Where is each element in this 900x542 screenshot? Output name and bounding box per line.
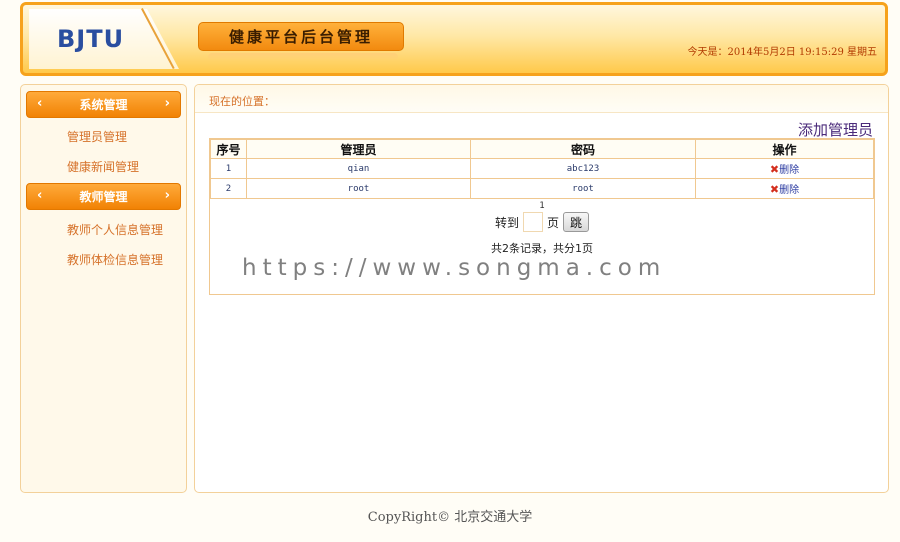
sidebar-item-teacher-info[interactable]: 教师个人信息管理 [67,221,163,238]
menu-header-teacher[interactable]: ‹ 教师管理 › [26,183,181,210]
logo: BJTU [57,25,125,53]
sidebar-item-health-news[interactable]: 健康新闻管理 [67,158,139,175]
cell-admin: qian [246,158,471,179]
record-summary: 共2条记录，共分1页 [491,242,593,255]
go-button[interactable]: 跳 [563,212,590,232]
chevron-right-icon: › [164,188,170,203]
page-input[interactable] [522,212,543,232]
column-header-password: 密码 [470,139,696,159]
table-row: 1 qian abc123 ✖删除 [210,158,874,179]
cell-password: abc123 [470,158,696,179]
pager: 1 转到 页 跳 共2条记录，共分1页 [210,201,874,256]
chevron-left-icon: ‹ [37,188,43,203]
delete-icon[interactable]: ✖ [770,163,779,176]
goto-row: 转到 页 跳 [210,212,874,232]
menu-header-label: 系统管理 [79,98,128,112]
cell-action: ✖删除 [695,178,874,199]
chevron-left-icon: ‹ [37,96,43,111]
page-unit-label: 页 [546,215,559,230]
location-bar: 现在的位置： [195,85,888,113]
cell-no: 2 [210,178,247,199]
sidebar-item-admin-management[interactable]: 管理员管理 [67,128,127,145]
cell-action: ✖删除 [695,158,874,179]
menu-header-system[interactable]: ‹ 系统管理 › [26,91,181,118]
column-header-no: 序号 [210,139,247,159]
platform-title: 健康平台后台管理 [198,22,404,51]
footer-copyright: CopyRight© 北京交通大学 [367,510,533,525]
breadcrumb: 现在的位置： [209,95,275,108]
add-admin-link[interactable]: 添加管理员 [798,119,873,140]
column-header-action: 操作 [695,139,874,159]
menu-header-label: 教师管理 [79,190,128,204]
column-header-admin: 管理员 [246,139,471,159]
delete-link[interactable]: 删除 [779,185,799,196]
header-banner: BJTU 健康平台后台管理 今天是：2014年5月2日 19:15:29 星期五 [20,2,888,76]
chevron-right-icon: › [164,96,170,111]
delete-icon[interactable]: ✖ [770,183,779,196]
table-row: 2 root root ✖删除 [210,178,874,199]
watermark: https://www.songma.com [242,255,667,281]
cell-password: root [470,178,696,199]
table-header-row: 序号 管理员 密码 操作 [210,139,874,159]
goto-label: 转到 [494,215,519,230]
current-datetime: 今天是：2014年5月2日 19:15:29 星期五 [687,47,877,58]
cell-admin: root [246,178,471,199]
sidebar-item-teacher-checkup[interactable]: 教师体检信息管理 [67,251,163,268]
platform-title-reflection [208,53,398,61]
cell-no: 1 [210,158,247,179]
main-panel: 现在的位置： 添加管理员 序号 管理员 密码 操作 1 qian abc123 … [194,84,889,493]
admin-table: 序号 管理员 密码 操作 1 qian abc123 ✖删除 2 root ro… [210,139,874,199]
page-number-link[interactable]: 1 [210,201,874,211]
sidebar: ‹ 系统管理 › 管理员管理 健康新闻管理 ‹ 教师管理 › 教师个人信息管理 … [20,84,187,493]
delete-link[interactable]: 删除 [779,165,799,176]
